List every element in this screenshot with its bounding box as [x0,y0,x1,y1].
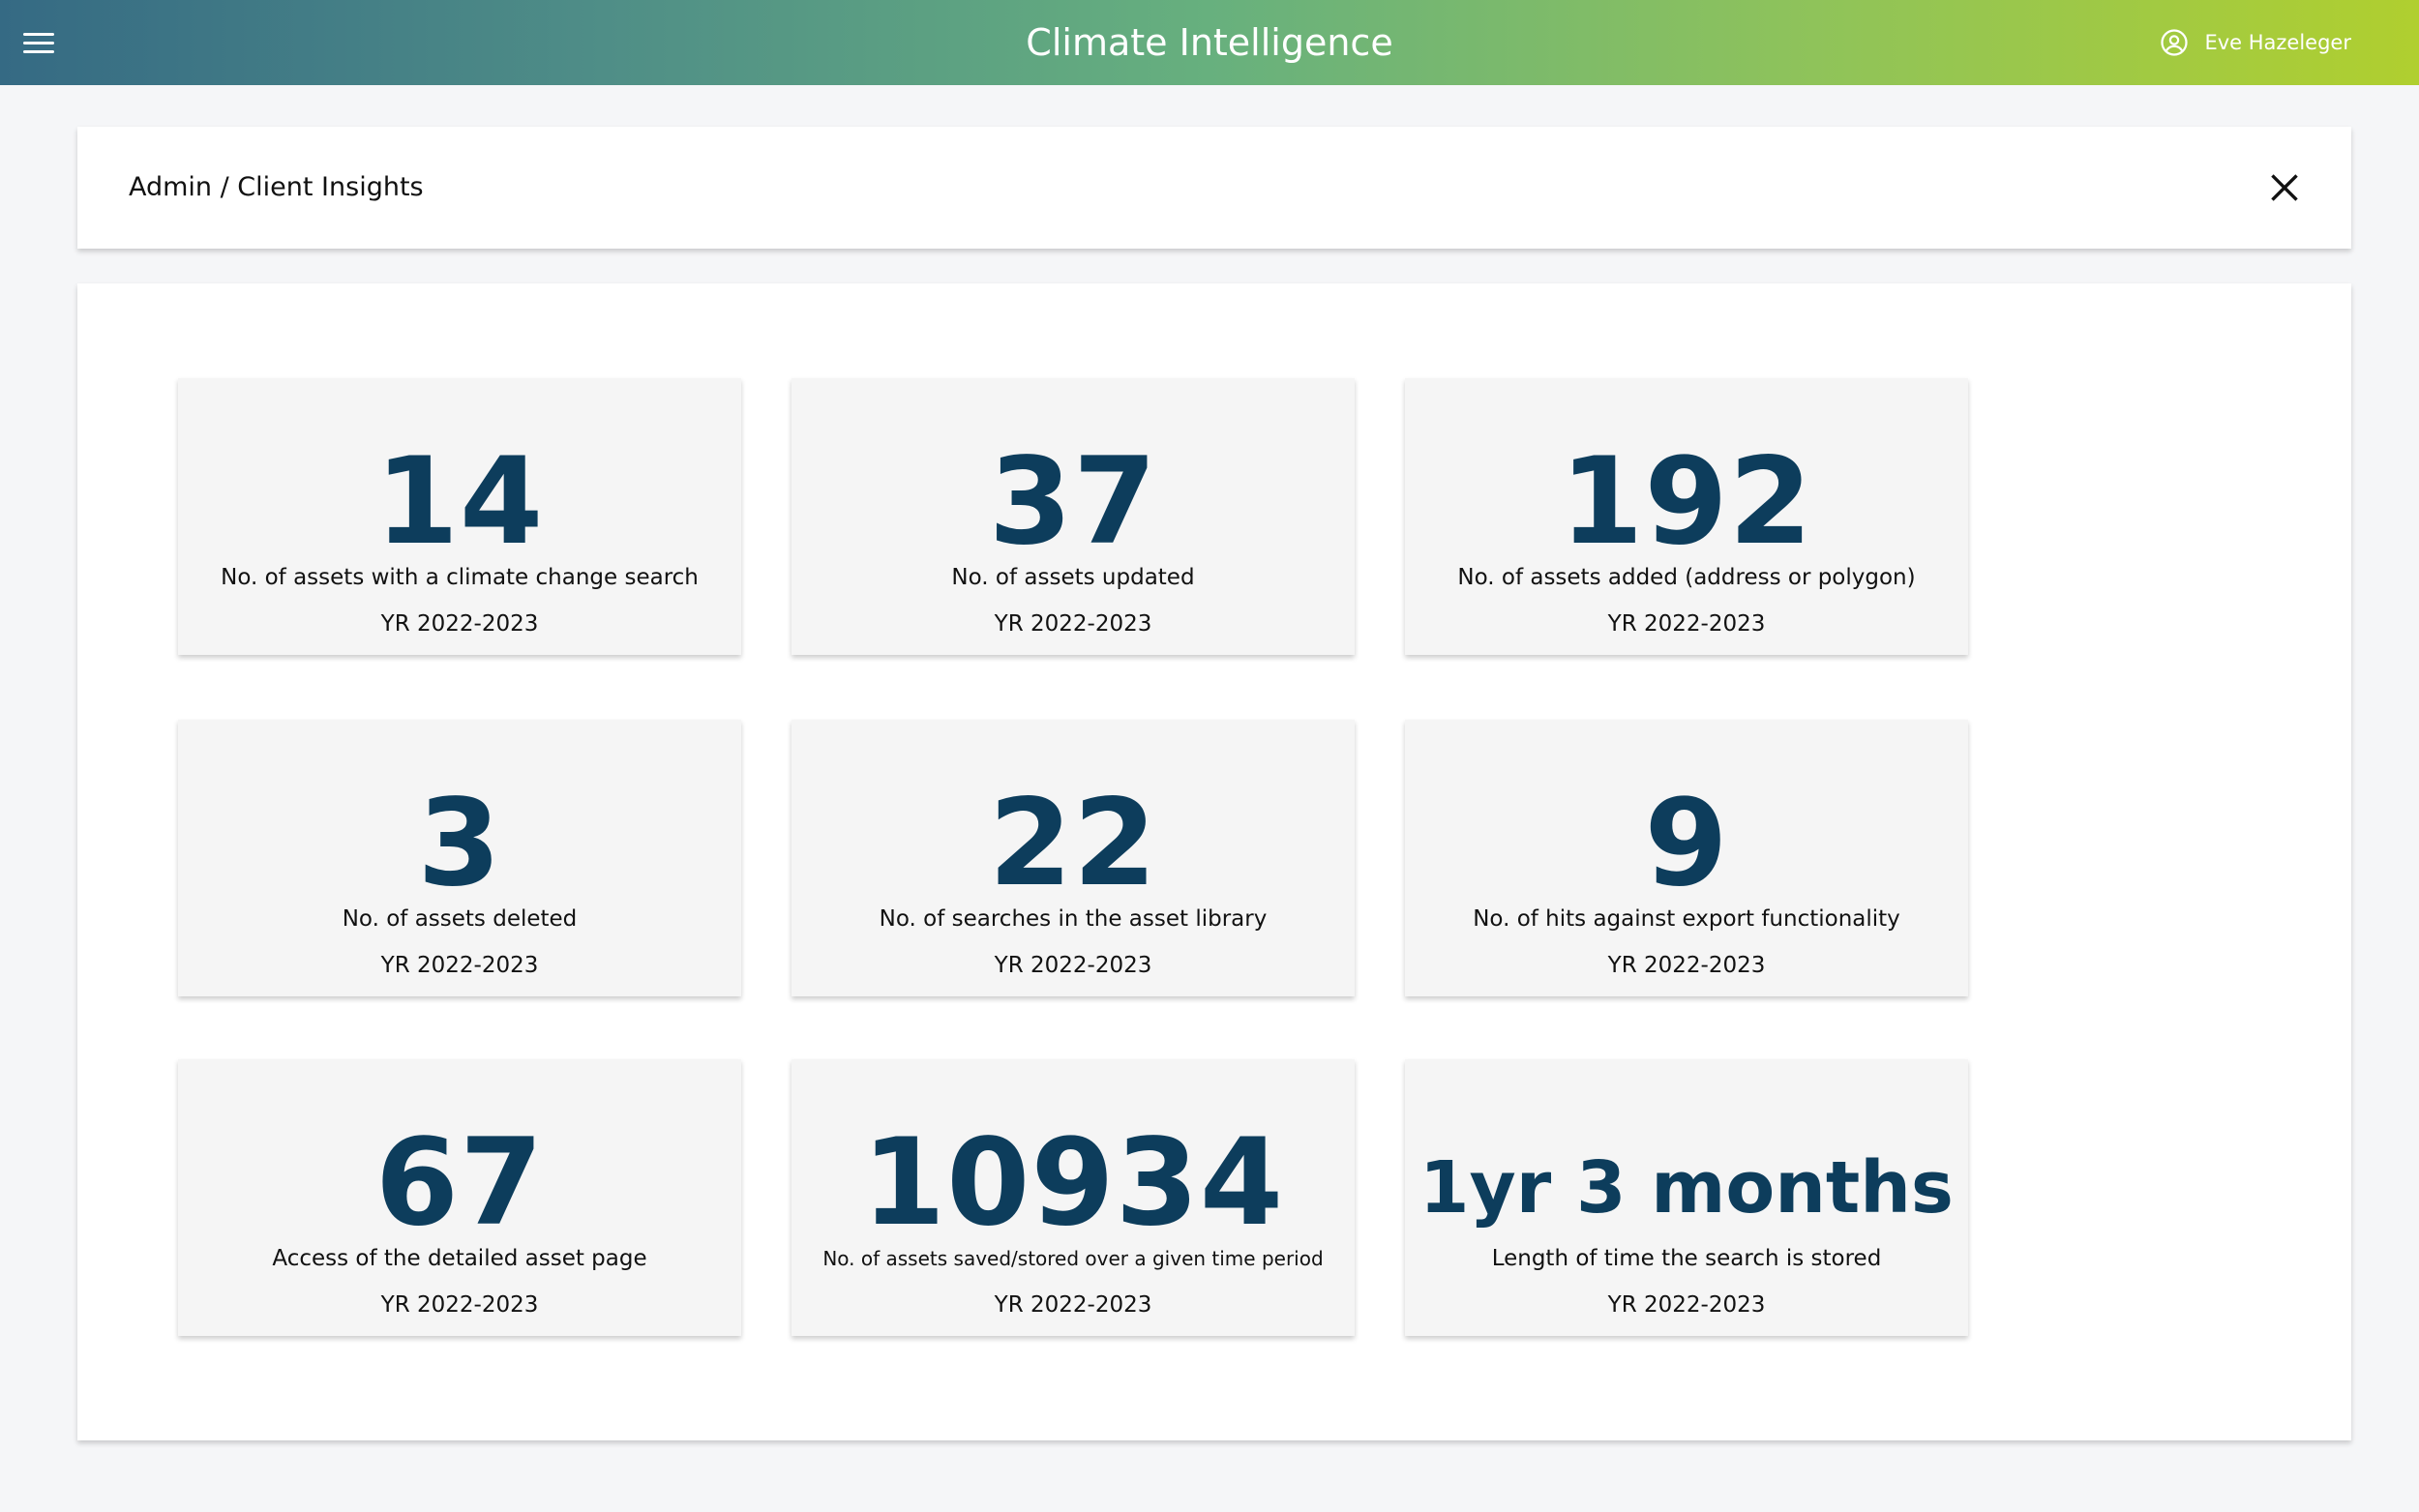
close-button[interactable] [2268,171,2301,204]
close-icon [2271,174,2298,201]
user-circle-icon [2161,29,2189,56]
stat-value: 9 [1644,774,1729,913]
stat-period: YR 2022-2023 [1607,953,1766,978]
stat-value: 192 [1560,432,1813,572]
stat-value: 67 [374,1113,545,1253]
insights-panel: 14 No. of assets with a climate change s… [77,283,2351,1440]
stat-value: 10934 [861,1113,1285,1253]
stat-label: No. of assets added (address or polygon) [1457,565,1916,590]
stat-period: YR 2022-2023 [994,611,1152,637]
stat-period: YR 2022-2023 [380,1292,539,1318]
stat-label: No. of assets updated [951,565,1195,590]
user-account-button[interactable]: Eve Hazeleger [2160,27,2351,58]
app-title: Climate Intelligence [1026,21,1393,64]
stat-card-assets-saved: 10934 No. of assets saved/stored over a … [791,1059,1355,1336]
stat-period: YR 2022-2023 [380,611,539,637]
stat-period: YR 2022-2023 [380,953,539,978]
stat-period: YR 2022-2023 [994,1292,1152,1318]
stat-card-detail-page-access: 67 Access of the detailed asset page YR … [178,1059,741,1336]
stat-card-climate-searches: 14 No. of assets with a climate change s… [178,378,741,655]
stat-label: No. of assets with a climate change sear… [221,565,699,590]
stat-label: No. of assets deleted [342,906,578,932]
stat-label: No. of hits against export functionality [1473,906,1900,932]
stat-label: Length of time the search is stored [1491,1246,1882,1271]
top-app-bar: Climate Intelligence Eve Hazeleger [0,0,2419,85]
stat-card-export-hits: 9 No. of hits against export functionali… [1405,720,1968,996]
stat-card-search-storage-time: 1yr 3 months Length of time the search i… [1405,1059,1968,1336]
stat-label: No. of searches in the asset library [879,906,1268,932]
stat-card-assets-updated: 37 No. of assets updated YR 2022-2023 [791,378,1355,655]
stat-value: 14 [374,432,545,572]
stat-period: YR 2022-2023 [1607,611,1766,637]
stat-card-assets-deleted: 3 No. of assets deleted YR 2022-2023 [178,720,741,996]
stat-value: 22 [988,774,1158,913]
stat-period: YR 2022-2023 [1607,1292,1766,1318]
breadcrumb: Admin / Client Insights [129,172,424,202]
stat-card-assets-added: 192 No. of assets added (address or poly… [1405,378,1968,655]
stat-period: YR 2022-2023 [994,953,1152,978]
breadcrumb-panel: Admin / Client Insights [77,127,2351,249]
stat-value: 37 [988,432,1158,572]
stat-label: Access of the detailed asset page [272,1246,647,1271]
stat-card-library-searches: 22 No. of searches in the asset library … [791,720,1355,996]
stat-label: No. of assets saved/stored over a given … [822,1247,1324,1270]
stat-value: 3 [417,774,502,913]
user-name: Eve Hazeleger [2204,31,2351,54]
stat-value: 1yr 3 months [1419,1146,1954,1230]
